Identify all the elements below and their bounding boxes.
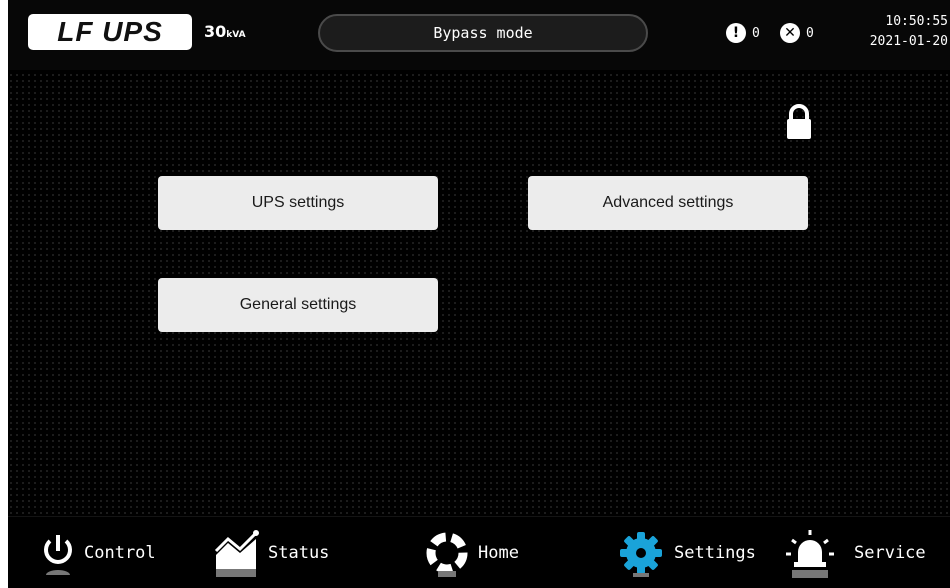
- brand-logo: LF UPS: [28, 14, 192, 50]
- gear-icon: [620, 532, 662, 577]
- capacity-rating: 30kVA: [204, 22, 246, 45]
- fault-icon: ✕: [780, 23, 800, 43]
- nav-service-label: Service: [854, 543, 926, 563]
- capacity-value: 30: [204, 22, 227, 41]
- nav-settings-label: Settings: [674, 543, 756, 563]
- nav-status-label: Status: [268, 543, 330, 563]
- fault-count: 0: [806, 25, 814, 41]
- warning-count: 0: [752, 25, 760, 41]
- warning-icon: !: [726, 23, 746, 43]
- advanced-settings-button[interactable]: Advanced settings: [528, 176, 808, 230]
- nav-status[interactable]: Status: [212, 517, 329, 588]
- top-bar: LF UPS 30kVA Bypass mode ! 0 ✕ 0 10:50:5…: [8, 0, 950, 70]
- chart-icon: [214, 530, 259, 577]
- clock: 10:50:55 2021-01-20: [870, 12, 948, 52]
- alarm-light-icon: [786, 530, 834, 578]
- home-icon: [426, 532, 468, 577]
- nav-control-label: Control: [84, 543, 156, 563]
- nav-service[interactable]: Service: [786, 517, 926, 588]
- capacity-unit: kVA: [226, 30, 246, 40]
- ups-screen: LF UPS 30kVA Bypass mode ! 0 ✕ 0 10:50:5…: [8, 0, 950, 588]
- ups-settings-button[interactable]: UPS settings: [158, 176, 438, 230]
- clock-date: 2021-01-20: [869, 34, 948, 49]
- general-settings-button[interactable]: General settings: [158, 278, 438, 332]
- nav-home[interactable]: Home: [422, 517, 519, 588]
- warning-counter[interactable]: ! 0: [726, 22, 760, 44]
- fault-counter[interactable]: ✕ 0: [780, 22, 814, 44]
- operating-mode-status: Bypass mode: [318, 14, 648, 52]
- clock-time: 10:50:55: [885, 14, 948, 29]
- nav-control[interactable]: Control: [38, 517, 156, 588]
- lock-icon[interactable]: [784, 103, 814, 141]
- power-icon: [44, 535, 72, 575]
- nav-settings[interactable]: Settings: [614, 517, 756, 588]
- bottom-navigation: Control Status Home Settings Service: [8, 516, 950, 588]
- nav-home-label: Home: [478, 543, 519, 563]
